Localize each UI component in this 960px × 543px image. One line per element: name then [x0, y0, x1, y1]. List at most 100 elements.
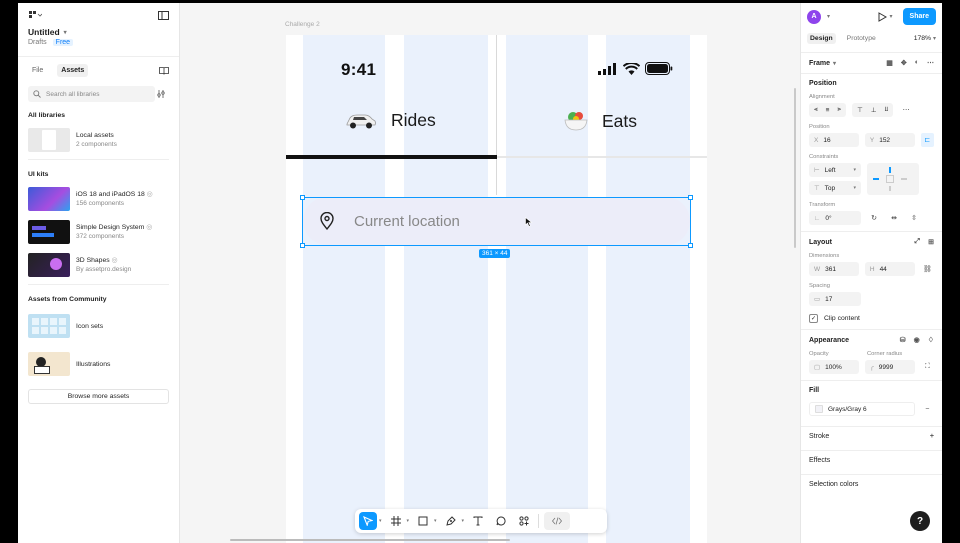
zoom-level[interactable]: 178% ▾ — [914, 35, 936, 42]
tab-eats[interactable]: Eats — [564, 110, 637, 132]
comment-tool-button[interactable] — [492, 512, 510, 530]
position-label: Position — [809, 124, 830, 130]
frame-hash-icon — [390, 516, 401, 526]
align-middle-icon[interactable]: ⊥ — [871, 106, 877, 114]
rotation-field[interactable]: ∟ 0° — [809, 211, 861, 225]
frame-label[interactable]: Challenge 2 — [285, 21, 320, 28]
tab-assets[interactable]: Assets — [57, 64, 89, 77]
tab-file[interactable]: File — [28, 64, 47, 77]
present-control[interactable]: ▾ — [878, 11, 893, 22]
corner-radius-field[interactable]: ╭ 9999 — [864, 360, 915, 374]
community-illustrations[interactable]: Illustrations — [18, 345, 179, 383]
library-name-text: iOS 18 and iPadOS 18 — [76, 191, 145, 198]
resize-handle[interactable] — [688, 195, 693, 200]
flip-horizontal-icon[interactable]: ⇹ — [887, 211, 901, 225]
h-value: 44 — [879, 265, 887, 273]
drop-icon[interactable]: ♢ — [928, 336, 934, 344]
file-title[interactable]: Untitled ▾ — [18, 27, 179, 37]
flip-vertical-icon[interactable]: ⇳ — [907, 211, 921, 225]
help-button[interactable]: ? — [910, 511, 930, 531]
library-3d-shapes[interactable]: 3D Shapes ◎ By assetpro.design — [18, 248, 179, 281]
corner-radius-value: 9999 — [878, 363, 894, 371]
resize-handle[interactable] — [300, 195, 305, 200]
ui-kits-heading: UI kits — [28, 171, 49, 178]
browse-more-assets-button[interactable]: Browse more assets — [28, 389, 169, 404]
actions-tool-button[interactable] — [515, 512, 533, 530]
grid-layout-icon[interactable]: ▦ — [886, 59, 893, 67]
more-icon[interactable]: ⋯ — [927, 59, 934, 67]
text-tool-button[interactable] — [469, 512, 487, 530]
resize-handle[interactable] — [300, 243, 305, 248]
selection-box[interactable] — [300, 195, 693, 248]
toolbar-divider — [538, 514, 540, 528]
eye-icon[interactable]: ◉ — [914, 336, 920, 344]
chevron-down-icon[interactable]: ▾ — [407, 518, 410, 524]
independent-corners-icon[interactable]: ⛶ — [921, 360, 934, 374]
horizontal-scrollbar[interactable] — [230, 539, 510, 541]
resize-handle[interactable] — [688, 243, 693, 248]
pen-tool-button[interactable] — [442, 512, 460, 530]
x-key: X — [814, 136, 819, 144]
canvas[interactable]: Challenge 2 9:41 Rides Eats Current loca… — [180, 3, 800, 543]
library-ios-18[interactable]: iOS 18 and iPadOS 18 ◎ 156 components — [18, 182, 179, 215]
constraints-widget[interactable] — [867, 163, 919, 195]
chevron-down-icon[interactable]: ▾ — [434, 518, 437, 524]
appearance-heading: Appearance ⛁ ◉ ♢ — [809, 336, 934, 345]
y-field[interactable]: Y 152 — [864, 133, 915, 147]
align-bottom-icon[interactable]: ⫫ — [884, 106, 888, 114]
user-avatar[interactable]: A — [807, 9, 821, 24]
frame-tool-button[interactable] — [387, 512, 405, 530]
library-book-icon[interactable] — [159, 66, 169, 75]
fill-swatch — [815, 405, 823, 413]
clip-content-checkbox[interactable]: ✓ — [809, 314, 818, 323]
rectangle-tool-button[interactable] — [414, 512, 432, 530]
layout-grid-icon[interactable]: ⊞ — [928, 238, 934, 246]
frame-heading[interactable]: Frame ▾ ▦ ✥ ◐ ⋯ — [809, 59, 934, 67]
constraint-horizontal-select[interactable]: ⊢ Left ▾ — [809, 163, 861, 177]
constraint-vertical-select[interactable]: ⊤ Top ▾ — [809, 181, 861, 195]
spacing-field[interactable]: ▭ 17 — [809, 292, 861, 306]
search-placeholder: Search all libraries — [46, 90, 100, 98]
filter-icon[interactable] — [157, 90, 165, 98]
fill-style-field[interactable]: Grays/Gray 6 — [809, 402, 915, 416]
align-right-icon[interactable]: ⫸ — [837, 106, 841, 114]
community-icon-sets[interactable]: Icon sets — [18, 307, 179, 345]
library-name: Simple Design System ◎ — [76, 223, 152, 231]
tab-design[interactable]: Design — [807, 32, 836, 44]
tab-prototype[interactable]: Prototype — [844, 33, 879, 44]
fit-icon[interactable]: ⤢ — [915, 238, 921, 246]
transform-row: ∟ 0° ↻ ⇹ ⇳ — [809, 211, 934, 225]
chevron-down-icon[interactable]: ▾ — [379, 518, 382, 524]
rotate-icon[interactable]: ↻ — [867, 211, 881, 225]
width-field[interactable]: W 361 — [809, 262, 859, 276]
sidebar-toggle-icon[interactable] — [158, 10, 169, 20]
drafts-label[interactable]: Drafts — [28, 39, 47, 46]
move-tool-button[interactable] — [359, 512, 377, 530]
library-local-assets[interactable]: Local assets 2 components — [18, 123, 179, 156]
more-icon[interactable]: ⋯ — [899, 103, 913, 117]
height-field[interactable]: H 44 — [864, 262, 915, 276]
phone-frame[interactable]: 9:41 Rides Eats Current location — [286, 35, 707, 543]
mask-icon[interactable]: ◐ — [915, 59, 919, 67]
constrain-proportions-icon[interactable]: ⛓ — [921, 262, 934, 276]
tab-rides[interactable]: Rides — [344, 110, 436, 131]
library-simple-design-system[interactable]: Simple Design System ◎ 372 components — [18, 215, 179, 248]
opacity-field[interactable]: ▢ 100% — [809, 360, 859, 374]
x-field[interactable]: X 16 — [809, 133, 859, 147]
chevron-down-icon[interactable]: ▾ — [827, 13, 830, 20]
vertical-scrollbar[interactable] — [794, 88, 796, 248]
chevron-down-icon[interactable]: ▾ — [462, 518, 465, 524]
align-center-h-icon[interactable]: ≡ — [826, 107, 830, 114]
library-search-input[interactable]: Search all libraries — [28, 86, 165, 102]
align-left-icon[interactable]: ⫷ — [814, 106, 818, 114]
figma-menu-icon[interactable] — [28, 10, 42, 20]
component-icon[interactable]: ✥ — [901, 59, 907, 67]
align-top-icon[interactable]: ⊤ — [857, 106, 863, 114]
add-stroke-icon[interactable]: + — [930, 433, 934, 440]
share-button[interactable]: Share — [902, 8, 936, 25]
constraints-toggle-icon[interactable]: ⊏ — [920, 133, 934, 147]
blend-icon[interactable]: ⛁ — [900, 336, 906, 344]
dev-mode-toggle[interactable] — [544, 512, 571, 530]
left-panel: Untitled ▾ Drafts Free File Assets Searc… — [18, 3, 180, 543]
remove-fill-icon[interactable]: − — [921, 402, 934, 416]
